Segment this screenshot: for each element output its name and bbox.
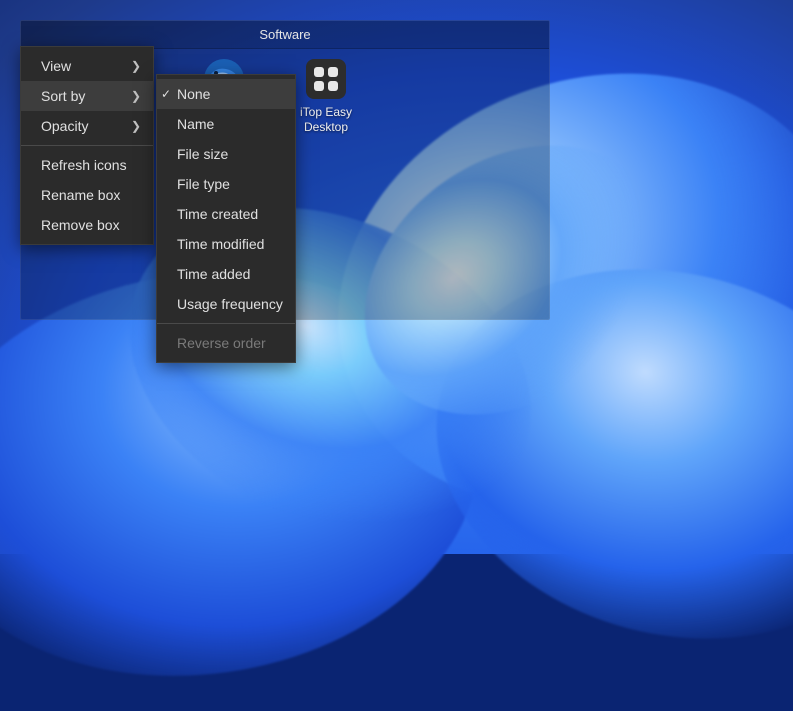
itop-easy-desktop-icon <box>304 57 348 101</box>
menu-item-view[interactable]: View ❯ <box>21 51 153 81</box>
menu-item-opacity[interactable]: Opacity ❯ <box>21 111 153 141</box>
submenu-item-file-size[interactable]: File size <box>157 139 295 169</box>
submenu-item-usage-frequency[interactable]: Usage frequency <box>157 289 295 319</box>
check-icon: ✓ <box>161 87 171 101</box>
context-menu-sortby-submenu: ✓ None Name File size File type Time cre… <box>156 74 296 363</box>
desktop-icon-itop[interactable]: iTop Easy Desktop <box>289 57 363 135</box>
submenu-item-time-added[interactable]: Time added <box>157 259 295 289</box>
submenu-item-time-created[interactable]: Time created <box>157 199 295 229</box>
menu-item-sort-by[interactable]: Sort by ❯ <box>21 81 153 111</box>
menu-item-remove-box[interactable]: Remove box <box>21 210 153 240</box>
submenu-item-none[interactable]: ✓ None <box>157 79 295 109</box>
chevron-right-icon: ❯ <box>131 89 141 103</box>
menu-separator <box>157 323 295 324</box>
menu-separator <box>21 145 153 146</box>
menu-item-rename-box[interactable]: Rename box <box>21 180 153 210</box>
submenu-item-file-type[interactable]: File type <box>157 169 295 199</box>
context-menu-primary: View ❯ Sort by ❯ Opacity ❯ Refresh icons… <box>20 46 154 245</box>
chevron-right-icon: ❯ <box>131 59 141 73</box>
icon-label: iTop Easy Desktop <box>289 105 363 135</box>
chevron-right-icon: ❯ <box>131 119 141 133</box>
submenu-item-reverse-order[interactable]: Reverse order <box>157 328 295 358</box>
submenu-item-time-modified[interactable]: Time modified <box>157 229 295 259</box>
box-title: Software <box>21 21 549 49</box>
submenu-item-name[interactable]: Name <box>157 109 295 139</box>
menu-item-refresh-icons[interactable]: Refresh icons <box>21 150 153 180</box>
